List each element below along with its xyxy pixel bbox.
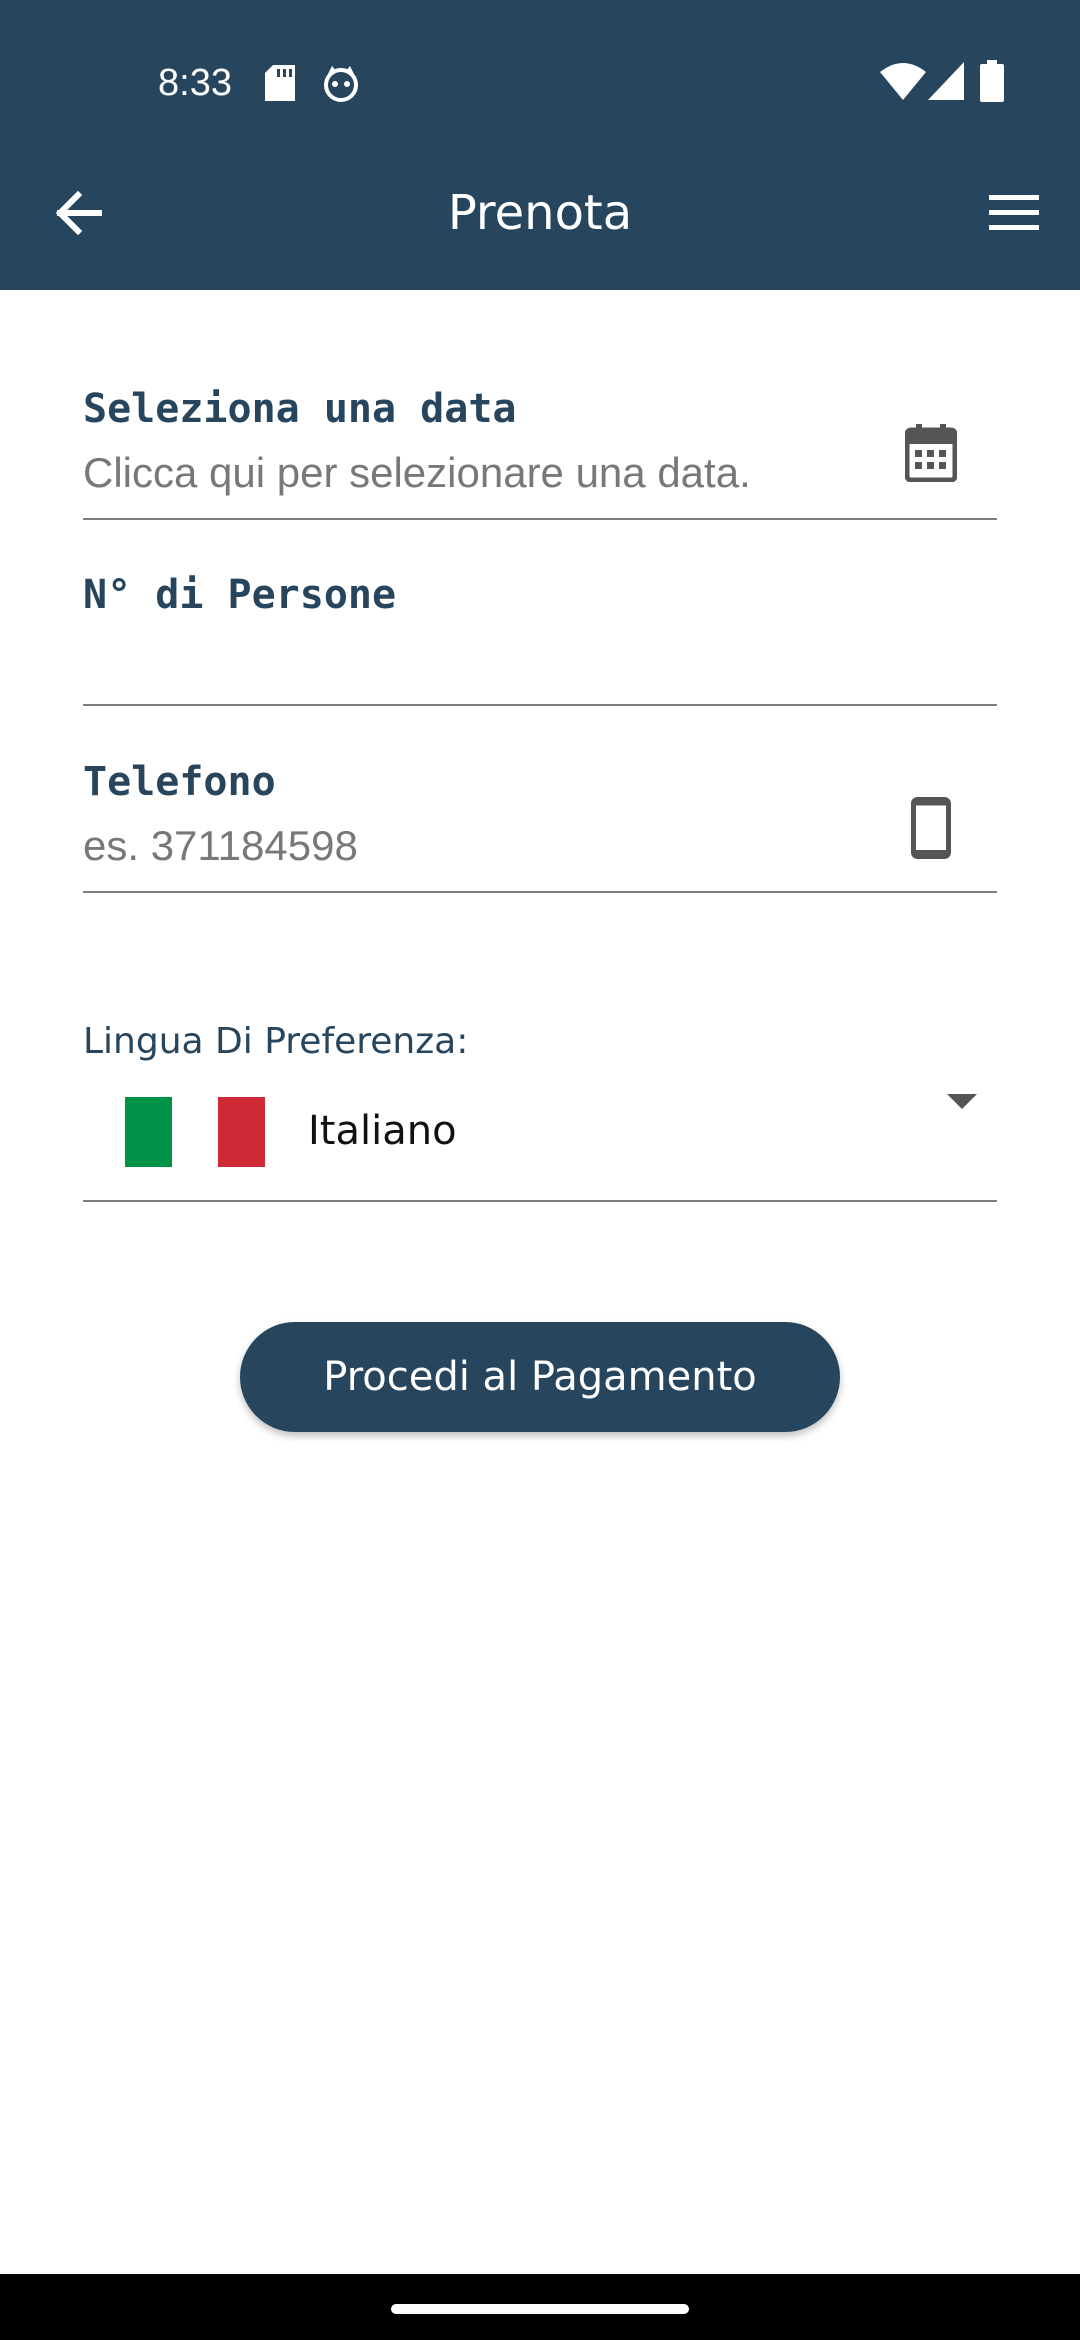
- sd-card-icon: [265, 65, 295, 101]
- phone-field-label: Telefono: [83, 759, 276, 805]
- cat-face-icon: [324, 66, 358, 102]
- date-field-label: Seleziona una data: [83, 386, 517, 432]
- language-label: Lingua Di Preferenza:: [83, 1021, 469, 1062]
- date-field-placeholder: Clicca qui per selezionare una data.: [83, 449, 751, 496]
- battery-icon: [980, 60, 1004, 102]
- dropdown-arrow-icon: [947, 1094, 977, 1109]
- proceed-to-payment-button[interactable]: Procedi al Pagamento: [240, 1322, 840, 1432]
- language-selected-value: Italiano: [308, 1108, 457, 1154]
- phone-field[interactable]: Telefono es. 371184598: [83, 753, 997, 893]
- back-button[interactable]: [40, 175, 116, 251]
- calendar-icon[interactable]: [905, 424, 957, 482]
- cell-signal-icon: [928, 62, 964, 100]
- people-count-label: N° di Persone: [83, 572, 397, 618]
- home-gesture-handle[interactable]: [391, 2304, 689, 2314]
- wifi-icon: [880, 63, 926, 100]
- flag-stripe-white: [172, 1097, 219, 1167]
- status-time: 8:33: [158, 62, 232, 104]
- smartphone-icon: [911, 797, 951, 859]
- page-title: Prenota: [447, 185, 633, 241]
- arrow-back-icon: [55, 191, 102, 235]
- date-field[interactable]: Seleziona una data Clicca qui per selezi…: [83, 380, 997, 520]
- hamburger-menu-icon: [989, 195, 1039, 230]
- language-dropdown[interactable]: Italiano: [83, 1080, 997, 1202]
- people-count-field[interactable]: N° di Persone: [83, 566, 997, 706]
- italy-flag-icon: [125, 1097, 265, 1167]
- flag-stripe-red: [218, 1097, 265, 1167]
- flag-stripe-green: [125, 1097, 172, 1167]
- menu-button[interactable]: [976, 175, 1052, 251]
- app-bar: 8:33 Prenota: [0, 0, 1080, 290]
- system-navigation-bar: [0, 2274, 1080, 2340]
- phone-field-placeholder: es. 371184598: [83, 822, 358, 869]
